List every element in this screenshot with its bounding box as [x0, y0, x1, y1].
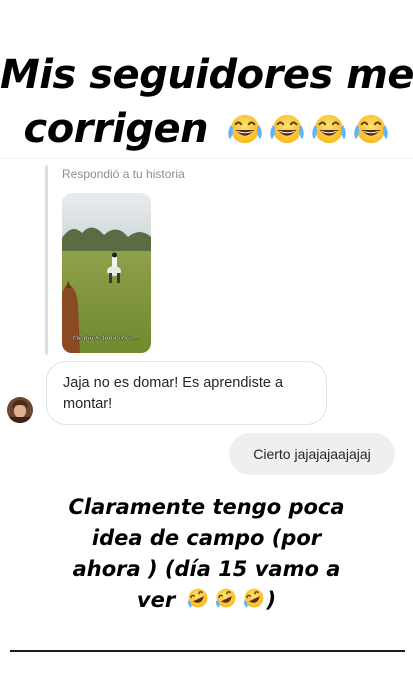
footer-caption-line4: ver ) [0, 585, 413, 616]
story-photo: Me duele todo el cu.... [62, 193, 151, 353]
rolling-on-floor-laughing-icon [213, 586, 239, 610]
incoming-message-text: Jaja no es domar! Es aprendiste a montar… [63, 375, 284, 412]
face-with-tears-of-joy-icon [268, 112, 306, 146]
story-thumbnail[interactable]: Me duele todo el cu.... [62, 193, 151, 353]
footer-caption-line3: ahora ) (día 15 vamo a [72, 557, 341, 581]
footer-caption-close-paren: ) [266, 588, 277, 612]
footer-caption: Claramente tengo poca idea de campo (por… [0, 492, 413, 616]
outgoing-message-text: Cierto jajajajaajajaj [253, 446, 371, 462]
header-caption-line2: corrigen [0, 102, 413, 156]
incoming-message-bubble[interactable]: Jaja no es domar! Es aprendiste a montar… [46, 361, 327, 425]
header-caption: Mis seguidores me corrigen [0, 48, 413, 156]
face-with-tears-of-joy-icon [226, 112, 264, 146]
footer-caption-line1: Claramente tengo poca [68, 495, 345, 519]
sender-avatar[interactable] [7, 397, 33, 423]
reply-label: Respondió a tu historia [62, 167, 185, 181]
story-caption: Me duele todo el cu.... [73, 335, 141, 342]
rolling-on-floor-laughing-icon [185, 586, 211, 610]
rolling-on-floor-laughing-icon [241, 586, 267, 610]
bottom-divider [10, 650, 405, 652]
outgoing-message-bubble[interactable]: Cierto jajajajaajajaj [229, 433, 395, 475]
header-caption-line1: Mis seguidores me [0, 52, 413, 98]
footer-caption-line4-text: ver [136, 588, 176, 612]
header-caption-line2-text: corrigen [23, 106, 209, 152]
face-with-tears-of-joy-icon [352, 112, 390, 146]
reply-indicator-bar [45, 165, 48, 355]
footer-caption-line2: idea de campo (por [91, 526, 322, 550]
face-with-tears-of-joy-icon [310, 112, 348, 146]
